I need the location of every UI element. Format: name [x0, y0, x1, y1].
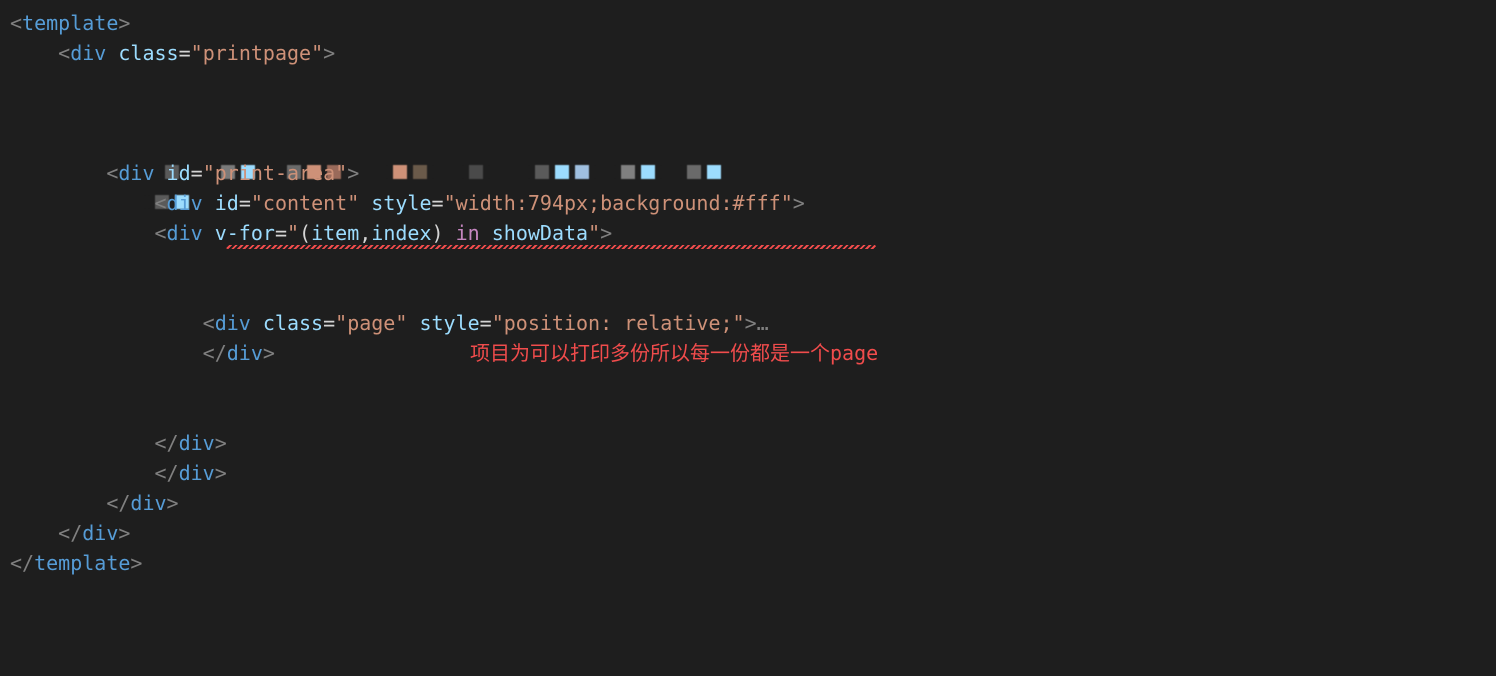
- bracket: <: [58, 41, 70, 65]
- variable: item: [311, 221, 359, 245]
- attribute: v-for: [215, 221, 275, 245]
- tag-name: div: [70, 41, 106, 65]
- equals: =: [323, 311, 335, 335]
- error-squiggle: [226, 245, 876, 249]
- code-line-12[interactable]: </template>: [10, 548, 1496, 578]
- pixelated-line-2: [10, 128, 1496, 158]
- bracket: >: [118, 11, 130, 35]
- string: ": [287, 221, 299, 245]
- comma: ,: [359, 221, 371, 245]
- bracket: >: [130, 551, 142, 575]
- string: ": [588, 221, 600, 245]
- tag-name: div: [227, 341, 263, 365]
- string: "print-area": [203, 161, 348, 185]
- code-line-2[interactable]: <div class="printpage">: [10, 38, 1496, 68]
- bracket: <: [155, 221, 167, 245]
- bracket: >: [263, 341, 275, 365]
- string: "printpage": [191, 41, 323, 65]
- annotation-comment: 项目为可以打印多份所以每一份都是一个page: [470, 338, 878, 368]
- code-line-11[interactable]: </div>: [10, 518, 1496, 548]
- paren: (: [299, 221, 311, 245]
- bracket: <: [203, 311, 215, 335]
- tag-name: template: [34, 551, 130, 575]
- bracket: <: [10, 11, 22, 35]
- bracket: <: [155, 191, 167, 215]
- code-line-6[interactable]: <div class="page" style="position: relat…: [10, 308, 1496, 338]
- bracket: >: [118, 521, 130, 545]
- blank-line[interactable]: [10, 68, 1496, 98]
- tag-name: div: [167, 221, 203, 245]
- code-line-4[interactable]: <div id="content" style="width:794px;bac…: [10, 188, 1496, 218]
- code-line-1[interactable]: <template>: [10, 8, 1496, 38]
- tag-name: div: [179, 461, 215, 485]
- bracket: >: [347, 161, 359, 185]
- attribute: style: [371, 191, 431, 215]
- paren: ): [432, 221, 444, 245]
- code-line-10[interactable]: </div>: [10, 488, 1496, 518]
- bracket: </: [203, 341, 227, 365]
- equals: =: [480, 311, 492, 335]
- equals: =: [239, 191, 251, 215]
- keyword: in: [456, 221, 480, 245]
- tag-name: div: [82, 521, 118, 545]
- equals: =: [179, 41, 191, 65]
- bracket: </: [155, 461, 179, 485]
- equals: =: [432, 191, 444, 215]
- equals: =: [275, 221, 287, 245]
- string: "position: relative;": [492, 311, 745, 335]
- bracket: >: [215, 431, 227, 455]
- bracket: </: [10, 551, 34, 575]
- code-line-3[interactable]: <div id="print-area">: [10, 158, 1496, 188]
- attribute: style: [419, 311, 479, 335]
- bracket: >: [323, 41, 335, 65]
- bracket: </: [155, 431, 179, 455]
- bracket: >: [793, 191, 805, 215]
- bracket: </: [106, 491, 130, 515]
- equals: =: [191, 161, 203, 185]
- string: "width:794px;background:#fff": [444, 191, 793, 215]
- string: "page": [335, 311, 407, 335]
- code-line-9[interactable]: </div>: [10, 458, 1496, 488]
- bracket: >: [600, 221, 612, 245]
- pixelated-line-1: [10, 98, 1496, 128]
- bracket: >: [167, 491, 179, 515]
- attribute: class: [118, 41, 178, 65]
- bracket: >: [745, 311, 757, 335]
- variable: showData: [492, 221, 588, 245]
- code-line-7[interactable]: </div> 项目为可以打印多份所以每一份都是一个page: [10, 338, 1496, 428]
- code-line-5[interactable]: <div v-for="(item,index) in showData">: [10, 218, 1496, 308]
- tag-name: div: [167, 191, 203, 215]
- attribute: id: [167, 161, 191, 185]
- tag-name: div: [130, 491, 166, 515]
- tag-name: div: [118, 161, 154, 185]
- variable: index: [371, 221, 431, 245]
- bracket: </: [58, 521, 82, 545]
- bracket: <: [106, 161, 118, 185]
- code-editor[interactable]: <template> <div class="printpage">: [0, 8, 1496, 578]
- string: "content": [251, 191, 359, 215]
- fold-indicator[interactable]: …: [757, 311, 769, 335]
- attribute: id: [215, 191, 239, 215]
- bracket: >: [215, 461, 227, 485]
- code-line-8[interactable]: </div>: [10, 428, 1496, 458]
- attribute: class: [263, 311, 323, 335]
- tag-name: template: [22, 11, 118, 35]
- tag-name: div: [215, 311, 251, 335]
- tag-name: div: [179, 431, 215, 455]
